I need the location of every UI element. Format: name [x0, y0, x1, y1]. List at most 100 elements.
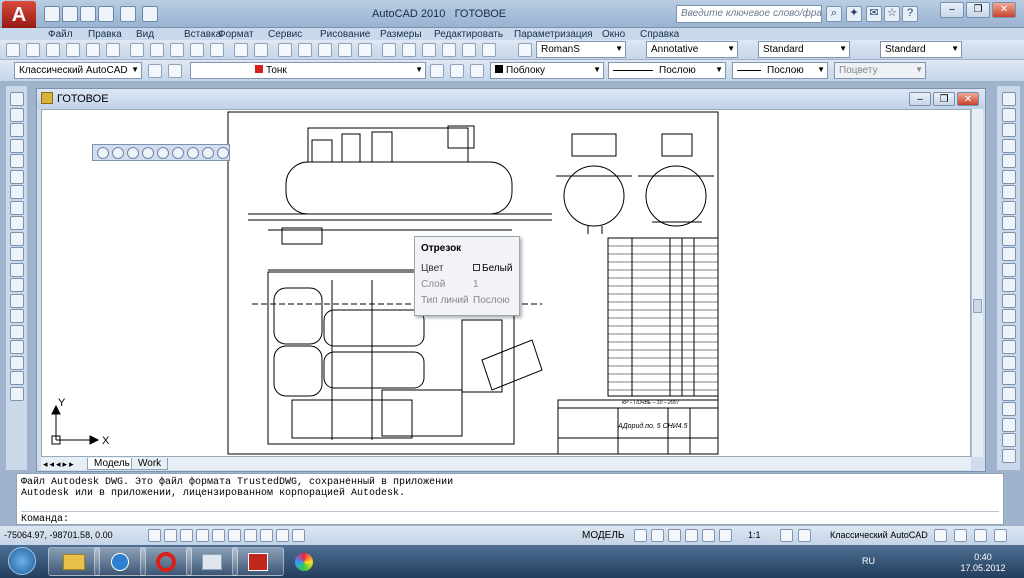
menu-item-6[interactable]: Рисование [320, 29, 370, 40]
scale-icon[interactable] [1002, 200, 1016, 215]
save-icon[interactable] [46, 43, 60, 57]
snap-toggle-icon[interactable] [148, 529, 161, 542]
menu-item-3[interactable]: Вставка [184, 29, 221, 40]
point-icon[interactable] [10, 293, 24, 308]
workspace-switch[interactable]: Классический AutoCAD [830, 530, 928, 540]
search-input[interactable]: Введите ключевое слово/фразу [676, 5, 822, 23]
property-value-color[interactable]: Белый [473, 263, 512, 274]
isolate-objects-icon[interactable] [974, 529, 987, 542]
communication-center-icon[interactable]: ✉ [866, 6, 882, 22]
gradient-icon[interactable] [10, 324, 24, 339]
annotative-dropdown[interactable]: Annotative ▼ [646, 41, 738, 58]
drawing-restore-button[interactable]: ❐ [933, 92, 955, 106]
new-icon[interactable] [6, 43, 20, 57]
layer-state-icon[interactable] [470, 64, 484, 78]
layer-off-icon[interactable] [1002, 402, 1016, 416]
dim-style-dropdown[interactable]: Standard ▼ [758, 41, 850, 58]
arc-icon[interactable] [10, 169, 24, 184]
rectangle-icon[interactable] [10, 154, 24, 168]
otrack-toggle-icon[interactable] [228, 529, 241, 542]
ortho-toggle-icon[interactable] [180, 529, 193, 542]
menu-item-10[interactable]: Окно [602, 29, 625, 40]
cut-icon[interactable] [130, 43, 144, 57]
autocad-taskbar-icon[interactable] [232, 547, 284, 576]
menu-item-4[interactable]: Формат [218, 29, 254, 40]
menu-item-8[interactable]: Редактировать [434, 29, 503, 40]
break-at-point-icon[interactable] [1002, 262, 1016, 277]
quickcalc-icon[interactable] [462, 43, 476, 57]
group-icon[interactable] [1002, 371, 1016, 385]
hp-taskbar-icon[interactable] [94, 547, 146, 576]
table-style-dropdown[interactable]: Standard ▼ [880, 41, 962, 58]
restore-button[interactable]: ❐ [966, 2, 990, 18]
render-icon[interactable] [217, 147, 229, 159]
quick-view-drawings-icon[interactable] [651, 529, 664, 542]
auto-scale-icon[interactable] [798, 529, 811, 542]
layer-freeze-icon[interactable] [1002, 417, 1016, 432]
polygon-icon[interactable] [10, 138, 24, 153]
help-icon[interactable]: ? [902, 6, 918, 22]
offset-icon[interactable] [1002, 138, 1016, 153]
trim-icon[interactable] [1002, 231, 1016, 246]
cylinder-icon[interactable] [127, 147, 139, 159]
pan-status-icon[interactable] [668, 529, 681, 542]
binoculars-icon[interactable]: ⌕ [826, 6, 842, 22]
properties-icon[interactable] [358, 43, 372, 57]
favorites-icon[interactable]: ☆ [884, 6, 900, 22]
undo-icon[interactable] [234, 43, 248, 57]
command-input[interactable]: Команда: [21, 511, 999, 525]
workspace-dropdown[interactable]: Классический AutoCAD ▼ [14, 62, 142, 79]
hatch-icon[interactable] [10, 309, 24, 323]
torus-icon[interactable] [172, 147, 184, 159]
stretch-icon[interactable] [1002, 216, 1016, 230]
ducs-toggle-icon[interactable] [244, 529, 257, 542]
new-file-icon[interactable] [44, 6, 60, 22]
layer-previous-icon[interactable] [450, 64, 464, 78]
construction-line-icon[interactable] [10, 107, 24, 122]
plot-preview-icon[interactable] [86, 43, 100, 57]
sheet-set-icon[interactable] [422, 43, 436, 57]
polyline-icon[interactable] [10, 123, 24, 137]
horizontal-scrollbar[interactable] [41, 457, 971, 470]
region-icon[interactable] [10, 340, 24, 354]
zoom-status-icon[interactable] [685, 529, 698, 542]
ellipse-icon[interactable] [10, 231, 24, 246]
close-button[interactable]: ✕ [992, 2, 1016, 18]
extend-icon[interactable] [1002, 247, 1016, 261]
help-icon[interactable] [482, 43, 496, 57]
menu-item-5[interactable]: Сервис [268, 29, 302, 40]
copy-object-icon[interactable] [1002, 107, 1016, 122]
lwt-toggle-icon[interactable] [276, 529, 289, 542]
menu-item-9[interactable]: Параметризация [514, 29, 593, 40]
dyn-toggle-icon[interactable] [260, 529, 273, 542]
menu-item-7[interactable]: Размеры [380, 29, 422, 40]
explode-icon[interactable] [1002, 340, 1016, 354]
menu-item-2[interactable]: Вид [136, 29, 154, 40]
quick-view-layouts-icon[interactable] [634, 529, 647, 542]
zoom-realtime-icon[interactable] [298, 43, 312, 57]
redo-icon[interactable] [120, 6, 136, 22]
markup-icon[interactable] [442, 43, 456, 57]
cursor-coordinates[interactable]: -75064.97, -98701.58, 0.00 [4, 530, 113, 540]
redo-icon[interactable] [254, 43, 268, 57]
print-icon[interactable] [66, 43, 80, 57]
text-style-dropdown[interactable]: RomanS ▼ [536, 41, 626, 58]
clean-screen-icon[interactable] [994, 529, 1007, 542]
grid-toggle-icon[interactable] [164, 529, 177, 542]
model-space-button[interactable]: МОДЕЛЬ [582, 530, 624, 541]
drawing-close-button[interactable]: ✕ [957, 92, 979, 106]
tool-palettes-icon[interactable] [402, 43, 416, 57]
undo-icon[interactable] [98, 6, 114, 22]
spline-icon[interactable] [10, 216, 24, 230]
grip-icon[interactable] [97, 147, 109, 159]
drawing-minimize-button[interactable]: – [909, 92, 931, 106]
print-icon[interactable] [142, 6, 158, 22]
zoom-previous-icon[interactable] [338, 43, 352, 57]
property-value-layer[interactable]: 1 [473, 279, 479, 290]
explorer-taskbar-icon[interactable] [48, 547, 100, 576]
join-icon[interactable] [1002, 293, 1016, 308]
design-center-icon[interactable] [382, 43, 396, 57]
subscription-icon[interactable]: ✦ [846, 6, 862, 22]
text-style-icon[interactable] [518, 43, 532, 57]
match-properties-icon[interactable] [190, 43, 204, 57]
